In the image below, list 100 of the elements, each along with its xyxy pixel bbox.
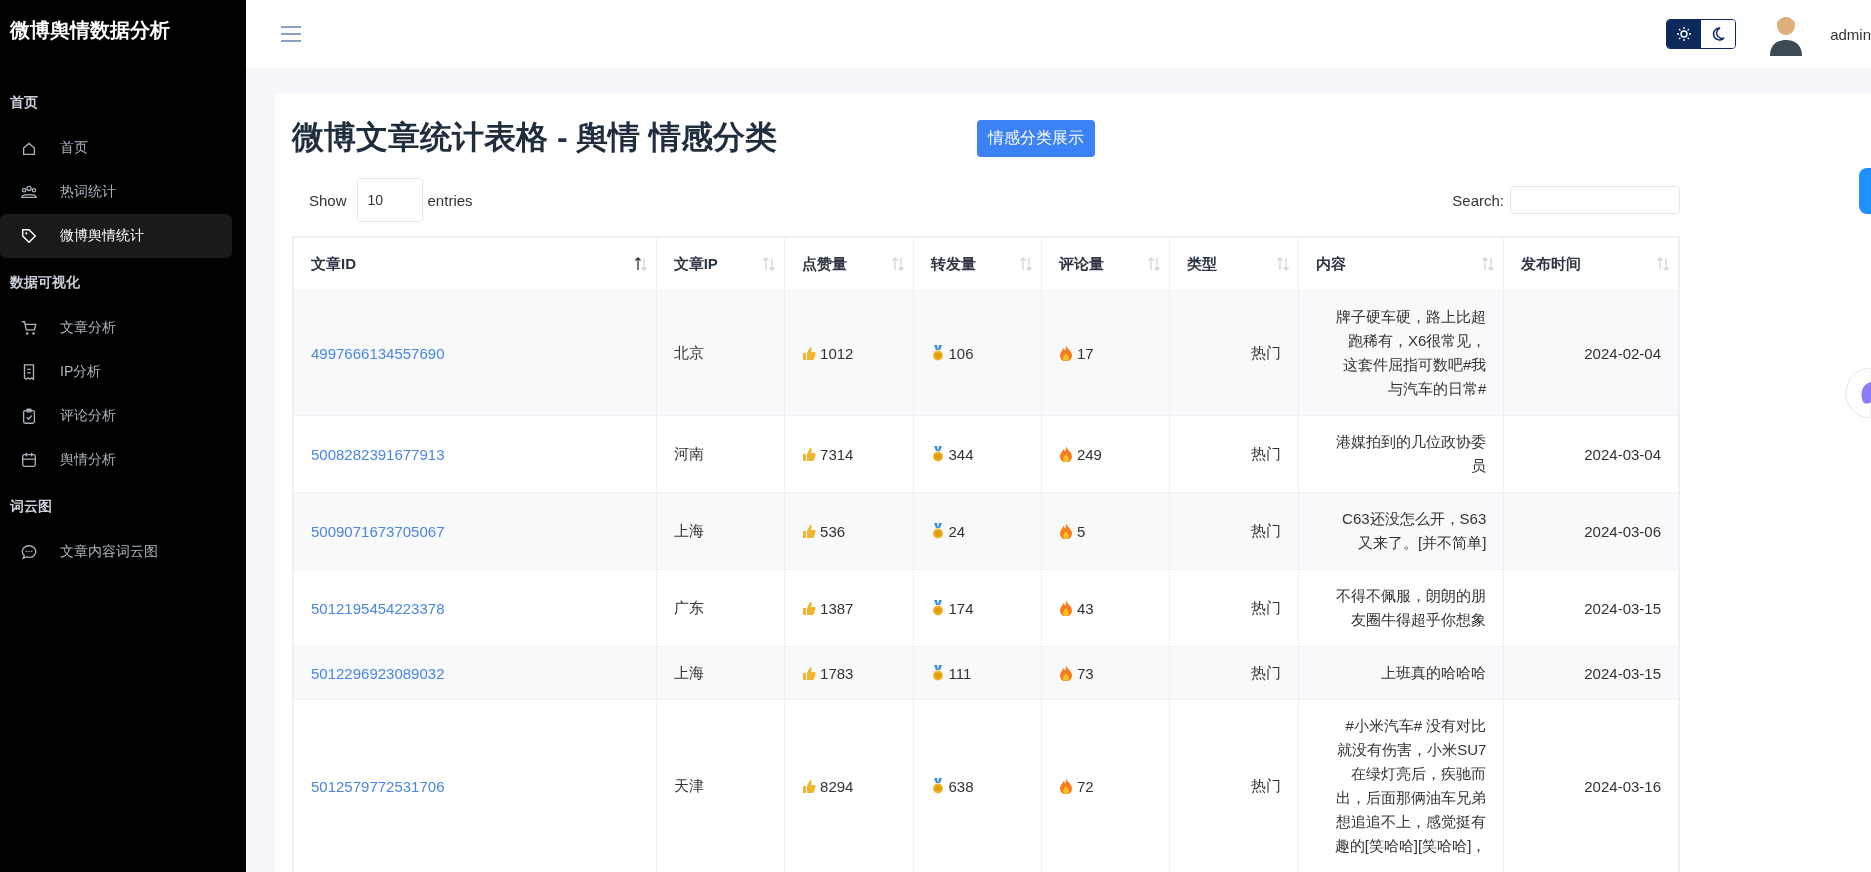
table-cell: 2024-02-04 [1584,344,1661,362]
table-cell: 5 [1076,522,1086,540]
table-cell: 106 [948,344,974,362]
column-header[interactable]: 文章ID [293,237,657,291]
sidebar-item[interactable]: 热词统计 [0,170,232,214]
app-title: 微博舆情数据分析 [8,18,171,43]
flame-icon [1058,446,1073,462]
sort-icon[interactable] [633,256,648,272]
assistant-icon[interactable] [1845,368,1871,418]
side-tab[interactable] [1859,168,1871,214]
table-cell: 热门 [1250,343,1281,361]
table-cell: 8294 [820,777,854,795]
chat-icon [20,543,38,561]
table-cell: 热门 [1250,444,1281,462]
section-heading: 首页 [9,93,39,112]
table-cell-text: 上班真的哈哈哈 [1381,663,1487,683]
article-id-link[interactable]: 5008282391677913 [311,445,445,463]
section-heading: 数据可视化 [9,273,81,292]
flame-icon [1058,665,1073,681]
table-cell-text: 不得不佩服，朗朗的朋友圈牛得超乎你想象 [1335,586,1487,630]
sidebar-item[interactable]: 文章分析 [0,306,232,350]
entries-label: entries [427,191,473,209]
table-cell: 2024-03-16 [1584,777,1661,795]
page-title: 微博文章统计表格 - 舆情 情感分类 [292,118,779,157]
thumbs-up-icon [802,665,817,681]
table-cell: 北京 [673,343,704,361]
article-id-link[interactable]: 4997666134557690 [311,344,445,362]
clipboard-check-icon [20,407,38,425]
page-size-select[interactable]: 10 [356,178,423,222]
column-header[interactable]: 转发量 [913,237,1042,291]
table-cell: 43 [1076,599,1094,617]
search-field[interactable] [1510,186,1680,214]
table-cell: 1012 [820,344,854,362]
table-cell: 73 [1076,664,1094,682]
table-cell: 72 [1076,777,1094,795]
users-icon [20,183,38,201]
table-cell: 广东 [673,598,704,616]
table-cell: 638 [948,777,974,795]
medal-icon [930,778,945,794]
column-header[interactable]: 类型 [1169,237,1299,291]
search-label: Search: [1452,191,1504,209]
column-header[interactable]: 文章IP [656,237,785,291]
medal-icon [930,345,945,361]
medal-icon [930,600,945,616]
flame-icon [1058,600,1073,616]
column-header[interactable]: 评论量 [1041,237,1170,291]
table-cell: 热门 [1250,598,1281,616]
sun-icon[interactable] [1667,20,1702,48]
sidebar-item[interactable]: IP分析 [0,350,232,394]
table-cell: 热门 [1250,663,1281,681]
sidebar-item[interactable]: 首页 [0,126,232,170]
sidebar-item[interactable]: 文章内容词云图 [0,530,232,574]
flame-icon [1058,523,1073,539]
thumbs-up-icon [802,600,817,616]
section-heading: 词云图 [8,497,53,516]
menu-icon[interactable] [280,25,302,43]
user-name[interactable]: admin [1830,25,1871,43]
table-cell-text: #小米汽车# 没有对比就没有伤害，小米SU7 在绿灯亮后，疾驰而出，后面那俩油车兄弟想追追不上，感觉挺有趣的[笑哈哈][笑哈哈]， [1334,716,1487,856]
table-cell-text: 港媒拍到的几位政协委员 [1335,432,1487,476]
sidebar-item[interactable]: 舆情分析 [0,438,232,482]
table-cell: 2024-03-04 [1584,445,1661,463]
table-cell: 2024-03-15 [1584,599,1661,617]
sentiment-button[interactable]: 情感分类展示 [977,119,1095,157]
article-id-link[interactable]: 5009071673705067 [311,522,445,540]
article-id-link[interactable]: 5012195454223378 [311,599,445,617]
table-cell: 24 [948,522,966,540]
thumbs-up-icon [802,446,817,462]
thumbs-up-icon [802,345,817,361]
calendar-icon [20,451,38,469]
table-cell: 174 [948,599,974,617]
article-id-link[interactable]: 5012296923089032 [311,664,445,682]
show-label: Show [309,191,347,209]
column-header[interactable]: 点赞量 [784,237,913,291]
table-cell: 1387 [820,599,854,617]
table-cell-text: 牌子硬车硬，路上比超跑稀有，X6很常见，这套件屈指可数吧#我与汽车的日常# [1335,307,1487,399]
column-header[interactable]: 内容 [1298,237,1504,291]
table-cell: 536 [820,522,846,540]
medal-icon [930,665,945,681]
table-cell-text: C63还没怎么开，S63又来了。[并不简单] [1341,509,1487,553]
table-cell: 7314 [820,445,854,463]
cart-icon [20,319,38,337]
table-cell: 344 [948,445,974,463]
table-cell: 1783 [820,664,854,682]
tag-icon [20,227,38,245]
table-cell: 17 [1076,344,1094,362]
table-cell: 上海 [673,663,704,681]
flame-icon [1058,778,1073,794]
table-cell: 上海 [673,521,704,539]
table-cell: 111 [948,664,972,682]
medal-icon [930,523,945,539]
article-id-link[interactable]: 5012579772531706 [311,777,445,795]
sidebar-item[interactable]: 微博舆情统计 [0,214,232,258]
table-cell: 天津 [673,776,704,794]
sidebar-item[interactable]: 评论分析 [0,394,232,438]
table-cell: 热门 [1250,776,1281,794]
table-cell: 2024-03-15 [1584,664,1661,682]
table-cell: 河南 [673,444,704,462]
flame-icon [1058,345,1073,361]
thumbs-up-icon [802,523,817,539]
medal-icon [930,446,945,462]
